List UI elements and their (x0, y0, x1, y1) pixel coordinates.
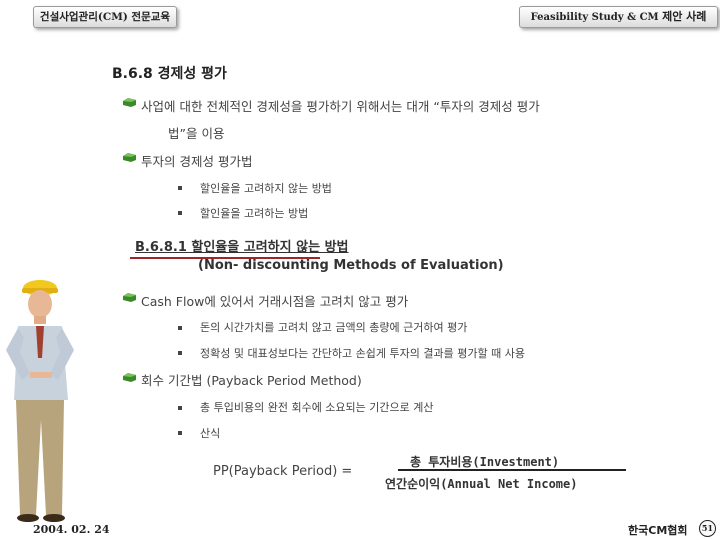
footer-date: 2004. 02. 24 (33, 523, 110, 536)
sub-bullet-text: 산식 (200, 427, 221, 440)
construction-worker-illustration (6, 280, 74, 522)
page-number: 51 (699, 520, 716, 537)
bullet-text: Cash Flow에 있어서 거래시점을 고려치 않고 평가 (141, 294, 409, 309)
header-tab-title-ko: 제안 사례 (662, 10, 707, 23)
header-tab-title: Feasibility Study & CM 제안 사례 (519, 6, 718, 28)
green-bullet-icon (123, 293, 136, 302)
square-bullet-icon (178, 351, 182, 355)
square-bullet-icon (178, 431, 182, 435)
subsection-subtitle: (Non- discounting Methods of Evaluation) (198, 258, 504, 273)
sub-bullet-text: 정확성 및 대표성보다는 간단하고 손쉽게 투자의 결과를 평가할 때 사용 (200, 347, 525, 360)
footer-organization: 한국CM협회 (628, 524, 688, 537)
green-bullet-icon (123, 153, 136, 162)
green-bullet-icon (123, 373, 136, 382)
fraction-line (398, 469, 626, 471)
square-bullet-icon (178, 406, 182, 410)
formula-numerator: 총 투자비용(Investment) (410, 455, 560, 469)
bullet-text: 사업에 대한 전체적인 경제성을 평가하기 위해서는 대개 “투자의 경제성 평… (141, 99, 540, 114)
formula-label: PP(Payback Period) = (213, 464, 353, 479)
square-bullet-icon (178, 186, 182, 190)
red-underline (130, 257, 320, 259)
header-tab-course: 건설사업관리(CM) 전문교육 (33, 6, 177, 28)
header-tab-title-en: Feasibility Study & CM (530, 12, 663, 23)
square-bullet-icon (178, 326, 182, 330)
bullet-text-continued: 법”을 이용 (168, 126, 225, 141)
formula-denominator: 연간순이익(Annual Net Income) (385, 477, 578, 491)
bullet-text: 회수 기간법 (Payback Period Method) (141, 373, 362, 388)
sub-bullet-text: 할인율을 고려하는 방법 (200, 207, 309, 220)
green-bullet-icon (123, 98, 136, 107)
bullet-text: 투자의 경제성 평가법 (141, 154, 253, 169)
sub-bullet-text: 할인율을 고려하지 않는 방법 (200, 182, 332, 195)
sub-bullet-text: 총 투입비용의 완전 회수에 소요되는 기간으로 계산 (200, 401, 434, 414)
sub-bullet-text: 돈의 시간가치를 고려치 않고 금액의 총량에 근거하여 평가 (200, 321, 468, 334)
subsection-title: B.6.8.1 할인율을 고려하지 않는 방법 (135, 240, 349, 255)
section-heading: B.6.8 경제성 평가 (112, 66, 227, 82)
square-bullet-icon (178, 211, 182, 215)
